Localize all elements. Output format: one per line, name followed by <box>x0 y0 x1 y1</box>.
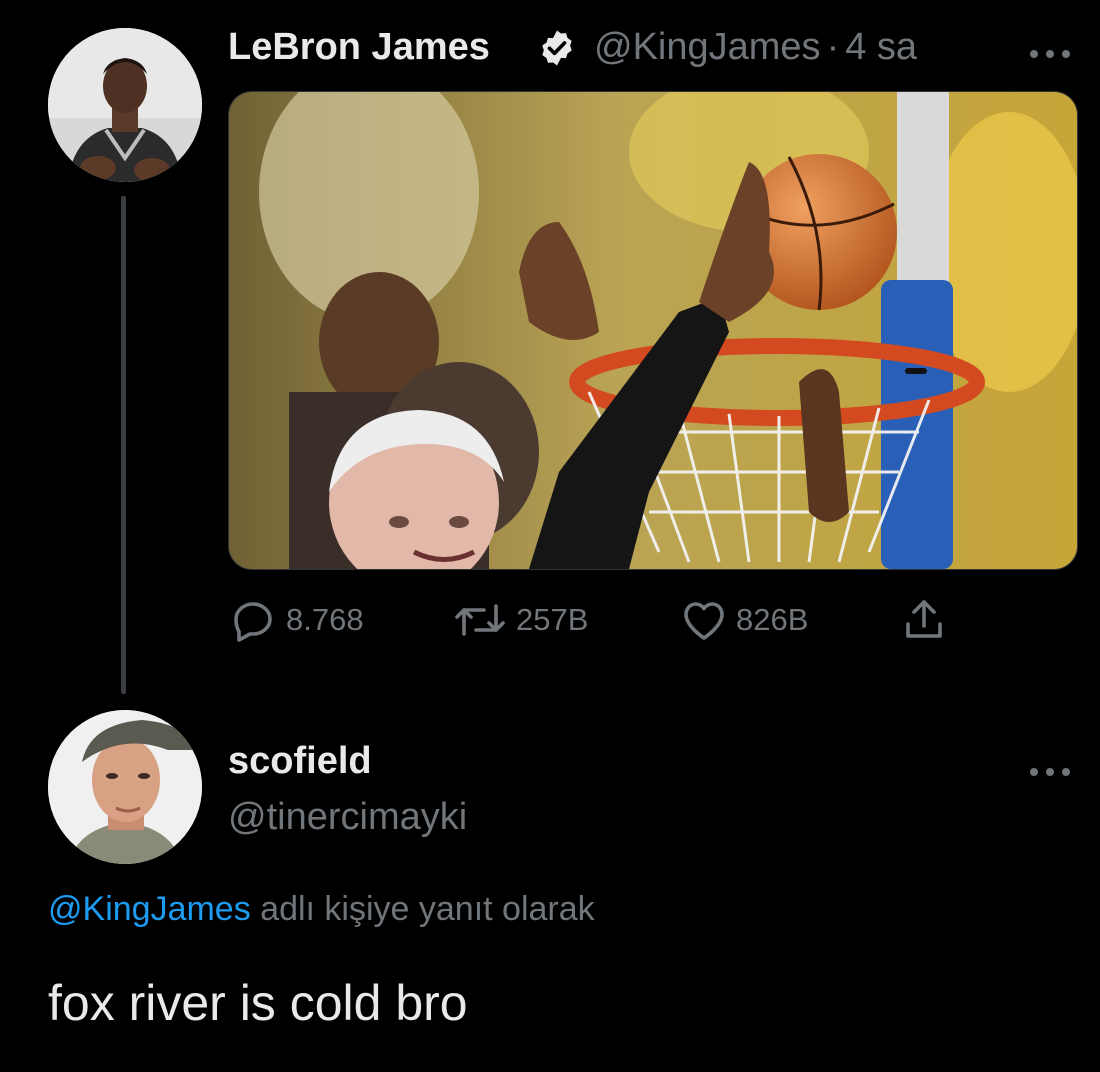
tweet-more-options-icon[interactable] <box>1028 36 1072 66</box>
share-icon <box>906 600 942 638</box>
reply-count: 8.768 <box>286 602 364 637</box>
like-icon <box>684 602 724 640</box>
replying-to-mention[interactable]: @KingJames <box>48 890 251 928</box>
verified-badge-icon <box>537 28 577 68</box>
tweet-time[interactable]: 4 sa <box>845 26 917 68</box>
like-count: 826B <box>736 602 809 637</box>
tweet-handle[interactable]: @KingJames <box>594 26 821 68</box>
basketball-block-photo <box>229 92 1077 569</box>
replying-to-line: @KingJames adlı kişiye yanıt olarak <box>48 890 595 929</box>
retweet-count: 257B <box>516 602 589 637</box>
replying-to-suffix: adlı kişiye yanıt olarak <box>250 890 595 928</box>
retweet-action[interactable]: 257B <box>452 598 588 642</box>
like-action[interactable]: 826B <box>680 598 808 642</box>
tweet-handle-time: @KingJames · 4 sa <box>594 26 917 69</box>
avatar-portrait-image <box>48 28 202 182</box>
reply-icon <box>234 602 272 642</box>
reply-body-text: fox river is cold bro <box>48 975 468 1031</box>
reply-more-options-icon[interactable] <box>1028 754 1072 784</box>
avatar-portrait-image <box>48 710 202 864</box>
retweet-icon <box>455 604 505 636</box>
reply-author-name[interactable]: scofield <box>228 740 372 783</box>
reply-handle[interactable]: @tinercimayki <box>228 796 467 839</box>
tweet-author-name[interactable]: LeBron James <box>228 26 490 69</box>
tweet-media-image[interactable] <box>228 91 1078 570</box>
reply-action[interactable]: 8.768 <box>230 598 364 642</box>
separator-dot: · <box>826 26 840 68</box>
avatar-scofield[interactable] <box>48 710 202 864</box>
share-action[interactable] <box>900 596 948 642</box>
thread-connector-line <box>121 196 126 694</box>
avatar-lebron[interactable] <box>48 28 202 182</box>
